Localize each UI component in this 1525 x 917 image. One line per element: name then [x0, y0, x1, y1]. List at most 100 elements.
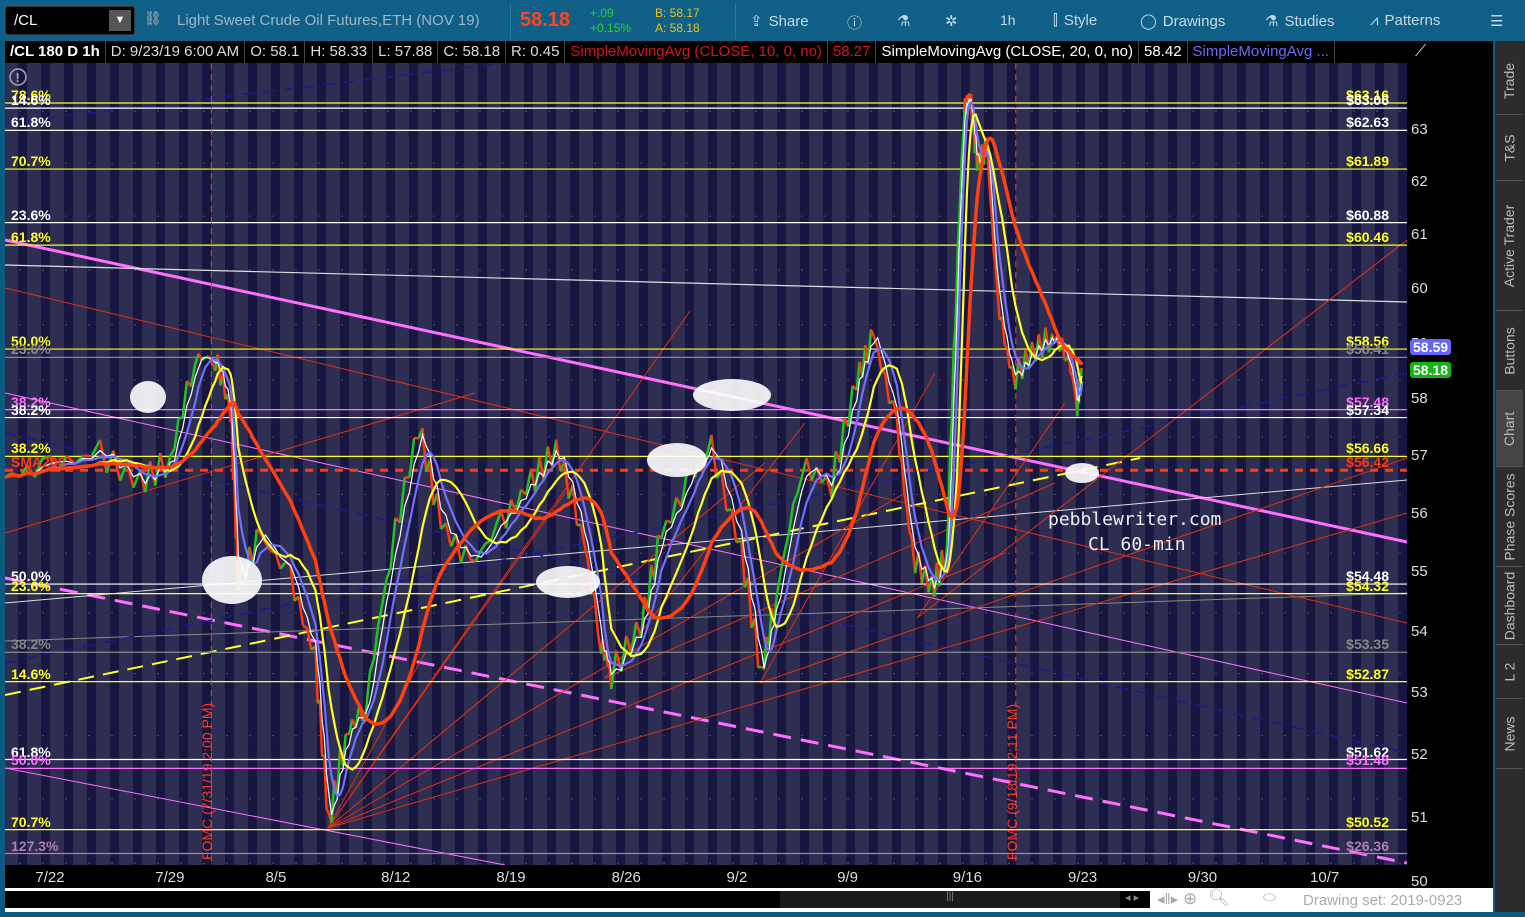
footer-bar: ||| ◂ ▸ ◂‖▸ ⊕ 🔍︎ ⬭ Drawing set: 2019-092… [5, 888, 1493, 912]
fib-level-price: $26.36 [1346, 837, 1389, 854]
details-button[interactable]: ⓘ [847, 12, 862, 33]
price-tick: 56 [1411, 504, 1428, 522]
date-tick: 7/29 [155, 869, 185, 886]
price-change: +.09 +0.15% [590, 6, 632, 35]
info-icon: ⓘ [847, 15, 863, 32]
price-bar [377, 603, 384, 626]
price-bar [952, 327, 957, 351]
side-tab-news[interactable]: News [1496, 699, 1523, 769]
candle-icon: ⫿ [1053, 12, 1058, 29]
symbol-selector[interactable]: /CL ▼ [5, 6, 135, 35]
price-bar [949, 418, 954, 448]
bar-range: R: 0.45 [506, 41, 566, 63]
price-bar [229, 420, 233, 424]
link-icon[interactable]: ⛓ [144, 10, 162, 27]
price-bar [607, 665, 611, 669]
price-tick: 57 [1411, 446, 1428, 464]
bar-high: H: 58.33 [305, 41, 374, 63]
fib-level-pct: 61.8% [11, 114, 51, 131]
scroll-thumb[interactable]: ||| [780, 891, 1120, 908]
date-tick: 9/23 [1068, 869, 1098, 886]
price-bar [908, 530, 914, 540]
price-bar [992, 252, 997, 265]
side-tab-l-2[interactable]: L 2 [1496, 645, 1523, 699]
fib-level-price: $63.06 [1346, 92, 1389, 109]
flask-button[interactable]: ⚗ [897, 12, 910, 30]
price-chart[interactable]: ! 78.6% $63.16 14.6% $63.06 61.8% $62.63 70.7%… [5, 63, 1407, 865]
fib-level-pct: 70.7% [11, 813, 51, 830]
ellipse-icon[interactable]: ⬭ [1263, 889, 1276, 906]
share-button[interactable]: ⇪ Share [750, 12, 809, 31]
settings-button[interactable]: ✲ [945, 12, 958, 30]
fib-level-price: $57.34 [1346, 401, 1389, 418]
flask-icon: ⚗ [897, 13, 911, 30]
price-axis[interactable]: ⟋ 5051525354555657585960616263 58.59 58.… [1407, 41, 1493, 890]
sma-price-badge: 58.59 [1410, 339, 1452, 355]
fib-level-pct: 14.6% [11, 665, 51, 682]
bar-open: O: 58.1 [245, 41, 306, 63]
price-bar [444, 522, 453, 547]
price-bar [720, 471, 728, 511]
date-tick: 8/26 [611, 869, 641, 886]
price-bar [903, 492, 909, 509]
studies-button[interactable]: ⚗ Studies [1265, 12, 1335, 31]
style-button[interactable]: ⫿ Style [1053, 12, 1097, 29]
side-tab-trade[interactable]: Trade [1496, 47, 1523, 115]
menu-button[interactable]: ☰ [1490, 12, 1503, 30]
list-icon: ☰ [1490, 13, 1504, 30]
fib-level-price: $52.87 [1346, 665, 1389, 682]
drawing-set[interactable]: Drawing set: 2019-0923 [1303, 892, 1462, 909]
side-tab-t-s[interactable]: T&S [1496, 115, 1523, 181]
price-tick: 63 [1411, 121, 1428, 139]
event-label: FOMC (7/31/19 2:00 PM) [199, 702, 216, 860]
chart-canvas: ! [5, 63, 1407, 865]
bar-low: L: 57.88 [373, 41, 439, 63]
date-tick: 8/12 [381, 869, 411, 886]
side-tab-phase-scores[interactable]: Phase Scores [1496, 467, 1523, 567]
right-side-tabs: Trade T&S Active Trader Buttons Chart Phase S… [1495, 41, 1525, 912]
date-tick: 10/7 [1310, 869, 1340, 886]
date-axis: 7/22 7/29 8/5 8/12 8/19 8/26 9/2 9/9 9/16 9/23 9/3… [5, 865, 1407, 888]
fib-level-pct: 127.3% [11, 837, 59, 854]
zoom-icon[interactable]: 🔍︎ [1208, 888, 1230, 908]
ellipse-icon: ◯ [1140, 13, 1157, 30]
event-label: FOMC (9/18/19 2:11 PM) [1003, 703, 1020, 860]
fib-level-pct: 38.2% [11, 401, 51, 418]
horizontal-scrollbar[interactable]: ||| ◂ ▸ [5, 891, 1150, 908]
side-tab-active-trader[interactable]: Active Trader [1496, 181, 1523, 311]
price-bar [234, 537, 238, 541]
last-price-badge: 58.18 [1410, 362, 1452, 378]
date-tick: 9/9 [837, 869, 858, 886]
price-tick: 52 [1411, 745, 1428, 763]
drawings-button[interactable]: ◯ Drawings [1140, 12, 1225, 31]
scroll-arrows[interactable]: ◂ ▸ [1125, 891, 1139, 904]
flask-icon: ⚗ [1265, 13, 1279, 30]
fib-level-pct: 23.6% [11, 206, 51, 223]
price-tick: 54 [1411, 622, 1428, 640]
instrument-description: Light Sweet Crude Oil Futures,ETH (NOV 1… [177, 12, 480, 29]
price-bar [169, 447, 176, 457]
fib-level-price: $62.63 [1346, 114, 1389, 131]
pan-icon[interactable]: ◂‖▸ [1157, 890, 1178, 908]
chevron-down-icon[interactable]: ▼ [109, 10, 131, 31]
side-tab-dashboard[interactable]: Dashboard [1496, 567, 1523, 645]
scale-icon[interactable]: ⟋ [1415, 43, 1426, 61]
price-bar [302, 624, 308, 630]
price-bar [381, 579, 388, 604]
sma10-label: SimpleMovingAvg (CLOSE, 10, 0, no) [565, 41, 828, 63]
patterns-button[interactable]: ⩘ Patterns [1370, 12, 1440, 29]
crosshair-icon[interactable]: ⊕ [1183, 889, 1197, 909]
last-price: 58.18 [520, 9, 571, 31]
symbol-text: /CL [14, 12, 38, 29]
price-tick: 62 [1411, 173, 1428, 191]
date-tick: 9/16 [952, 869, 982, 886]
fib-level-pct: 23.6% [11, 341, 51, 358]
interval-button[interactable]: 1h [1000, 12, 1016, 28]
fib-level-pct: 70.7% [11, 153, 51, 170]
fib-level-pct: SMA200 [11, 454, 66, 471]
fib-level-price: $51.48 [1346, 752, 1389, 769]
sma20-value: 58.42 [1139, 41, 1188, 63]
side-tab-chart[interactable]: Chart [1496, 391, 1523, 467]
price-tick: 58 [1411, 390, 1428, 408]
side-tab-buttons[interactable]: Buttons [1496, 311, 1523, 391]
